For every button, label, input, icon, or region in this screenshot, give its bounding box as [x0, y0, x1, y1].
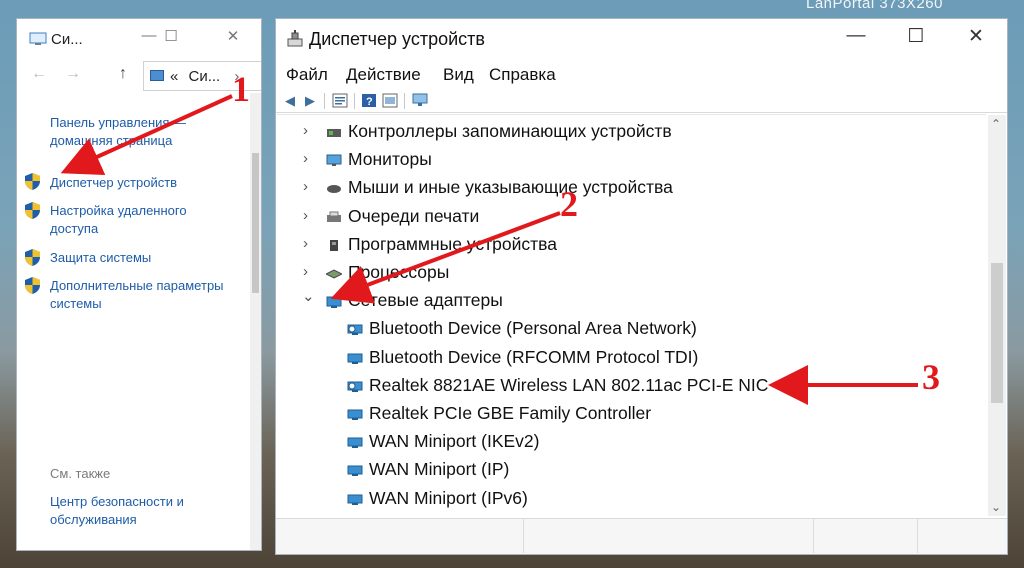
annotation-arrows [60, 94, 918, 405]
annotation-arrow-2 [330, 211, 561, 304]
annotation-number-3: 3 [922, 357, 940, 397]
annotation-number-1: 1 [232, 69, 250, 109]
annotation-arrow-1 [60, 94, 233, 176]
annotation-number-2: 2 [560, 184, 578, 224]
